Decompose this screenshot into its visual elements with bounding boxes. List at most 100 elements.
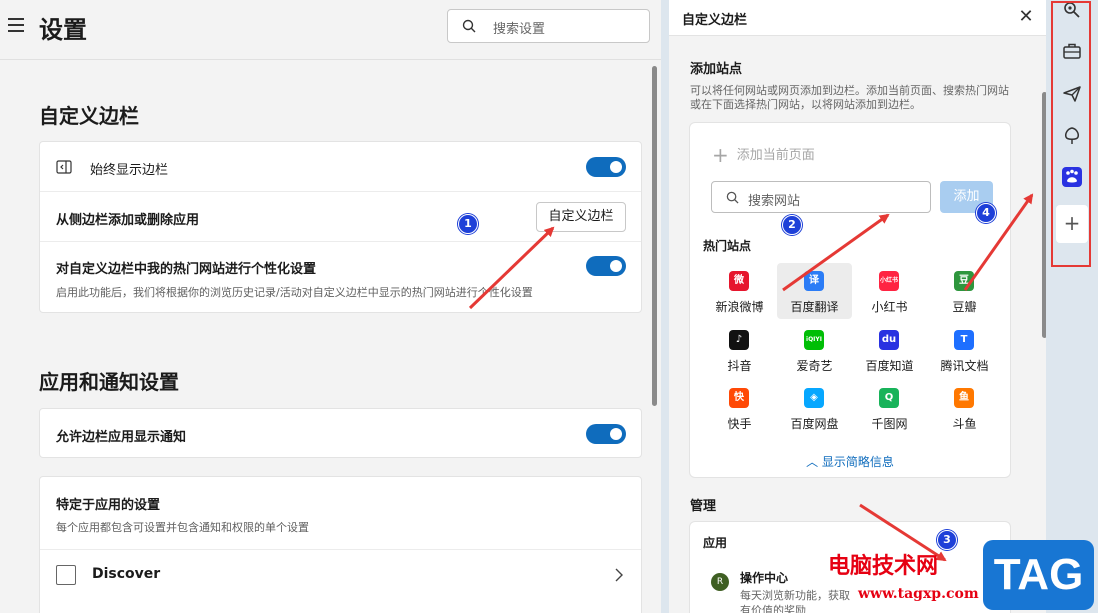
add-remove-label: 从侧边栏添加或删除应用 xyxy=(56,213,200,228)
section-title-app-notify: 应用和通知设置 xyxy=(39,370,179,394)
app-specific-title: 特定于应用的设置 xyxy=(56,498,161,513)
site-name: 百度网盘 xyxy=(790,417,839,431)
discover-checkbox[interactable] xyxy=(56,565,76,585)
site-name: 豆瓣 xyxy=(952,300,977,314)
site-logo-icon: 小红书 xyxy=(879,271,899,291)
app-description: 每天浏览新功能，获取有价值的奖励 xyxy=(740,589,850,613)
add-site-card: + 添加当前页面 搜索网站 添加 热门站点 微新浪微博译百度翻译 小红书 小红书豆豆瓣… xyxy=(689,122,1011,478)
discover-row[interactable]: Discover xyxy=(40,550,641,600)
search-icon xyxy=(462,19,476,33)
site-name: 新浪微博 xyxy=(715,300,764,314)
settings-header: 设置 搜索设置 xyxy=(0,0,661,60)
apps-group-title: 应用 xyxy=(703,536,728,550)
add-site-description: 可以将任何网站或网页添加到边栏。添加当前页面、搜索热门网站或在下面选择热门网站，… xyxy=(690,84,1009,111)
allow-notify-card: 允许边栏应用显示通知 xyxy=(39,408,642,458)
manage-title: 管理 xyxy=(690,499,717,514)
app-avatar: R xyxy=(711,573,729,591)
site-logo-icon: du xyxy=(879,330,899,350)
settings-scrollbar[interactable] xyxy=(652,66,657,406)
watermark-url: www.tagxp.com xyxy=(858,586,979,602)
show-less-link[interactable]: ︿ 显示简略信息 xyxy=(690,453,1010,470)
app-specific-header: 特定于应用的设置 每个应用都包含可设置并包含通知和权限的单个设置 xyxy=(40,477,641,550)
site-logo-icon: 鱼 xyxy=(954,388,974,408)
site-name: 爱奇艺 xyxy=(796,359,833,373)
menu-icon[interactable] xyxy=(8,18,26,32)
customize-sidebar-panel: 自定义边栏 ✕ 添加站点 可以将任何网站或网页添加到边栏。添加当前页面、搜索热门… xyxy=(661,0,1047,613)
site-name: 斗鱼 xyxy=(952,417,977,431)
site-name: 千图网 xyxy=(871,417,908,431)
personalize-description: 启用此功能后，我们将根据你的浏览历史记录/活动对自定义边栏中显示的热门网站进行个… xyxy=(56,286,533,299)
always-show-label: 始终显示边栏 xyxy=(90,163,169,178)
hot-site-item[interactable]: 译百度翻译 xyxy=(777,263,852,319)
tag-logo: TAG xyxy=(983,540,1094,610)
panel-header: 自定义边栏 ✕ xyxy=(669,0,1046,36)
site-logo-icon: 豆 xyxy=(954,271,974,291)
site-name: 百度翻译 xyxy=(790,300,839,314)
site-logo-icon: ♪ xyxy=(729,330,749,350)
plus-icon: + xyxy=(712,143,729,167)
app-name[interactable]: 操作中心 xyxy=(740,569,788,586)
site-logo-icon: T xyxy=(954,330,974,350)
show-less-label: 显示简略信息 xyxy=(821,455,894,469)
hot-site-item[interactable]: Q 千图网 xyxy=(852,380,927,436)
section-title-customize-sidebar: 自定义边栏 xyxy=(39,104,139,128)
hot-site-item[interactable]: ♪ 抖音 xyxy=(702,322,777,378)
hot-site-item[interactable]: 小红书 小红书 xyxy=(852,263,927,319)
step-badge-4: 4 xyxy=(976,203,996,223)
hot-site-item[interactable]: 豆豆瓣 xyxy=(927,263,1002,319)
hot-site-item[interactable]: 快快手 xyxy=(702,380,777,436)
site-logo-icon: Q xyxy=(879,388,899,408)
customize-sidebar-card: 始终显示边栏 从侧边栏添加或删除应用 自定义边栏 对自定义边栏中我的热门网站进行… xyxy=(39,141,642,313)
add-site-title: 添加站点 xyxy=(690,62,743,77)
site-logo-icon: 微 xyxy=(729,271,749,291)
app-specific-description: 每个应用都包含可设置并包含通知和权限的单个设置 xyxy=(56,521,309,534)
panel-body: 添加站点 可以将任何网站或网页添加到边栏。添加当前页面、搜索热门网站或在下面选择… xyxy=(669,36,1047,613)
step-badge-2: 2 xyxy=(782,215,802,235)
site-search-input[interactable]: 搜索网站 xyxy=(711,181,931,213)
site-name: 快手 xyxy=(727,417,752,431)
settings-search-input[interactable]: 搜索设置 xyxy=(447,9,650,43)
hot-site-item[interactable]: du 百度知道 xyxy=(852,322,927,378)
hot-sites-title: 热门站点 xyxy=(703,239,752,253)
always-show-toggle[interactable] xyxy=(586,157,626,177)
site-search-placeholder: 搜索网站 xyxy=(748,194,801,209)
hot-site-item[interactable]: ◈ 百度网盘 xyxy=(777,380,852,436)
site-name: 小红书 xyxy=(871,300,908,314)
chevron-right-icon xyxy=(615,568,623,582)
watermark-text: 电脑技术网 xyxy=(828,554,939,579)
add-current-label: 添加当前页面 xyxy=(736,148,815,163)
page-title: 设置 xyxy=(39,16,87,44)
settings-page: 设置 搜索设置 自定义边栏 始终显示边栏 从侧边栏添加或删除应用 自定义边栏 对… xyxy=(0,0,661,613)
site-name: 腾讯文档 xyxy=(940,359,989,373)
site-logo-icon: ◈ xyxy=(804,388,824,408)
discover-label: Discover xyxy=(92,566,161,582)
personalize-toggle[interactable] xyxy=(586,256,626,276)
add-current-page-button[interactable]: + 添加当前页面 xyxy=(712,143,815,167)
site-logo-icon: 快 xyxy=(729,388,749,408)
hot-site-item[interactable]: 微新浪微博 xyxy=(702,263,777,319)
search-icon xyxy=(726,191,739,204)
chevron-up-icon: ︿ xyxy=(806,455,822,469)
allow-notify-label: 允许边栏应用显示通知 xyxy=(56,430,187,445)
panel-title: 自定义边栏 xyxy=(682,13,748,28)
sidebar-icon xyxy=(56,160,72,174)
highlight-box xyxy=(1051,1,1091,267)
personalize-label: 对自定义边栏中我的热门网站进行个性化设置 xyxy=(56,262,317,277)
customize-sidebar-button[interactable]: 自定义边栏 xyxy=(536,202,626,232)
personalize-row: 对自定义边栏中我的热门网站进行个性化设置 启用此功能后，我们将根据你的浏览历史记… xyxy=(40,242,641,314)
app-specific-card: 特定于应用的设置 每个应用都包含可设置并包含通知和权限的单个设置 Discove… xyxy=(39,476,642,613)
hot-site-item[interactable]: iQIYI 爱奇艺 xyxy=(777,322,852,378)
site-logo-icon: iQIYI xyxy=(804,330,824,350)
close-icon[interactable]: ✕ xyxy=(1015,6,1037,28)
hot-site-item[interactable]: 鱼斗鱼 xyxy=(927,380,1002,436)
always-show-row: 始终显示边栏 xyxy=(40,142,641,192)
site-logo-icon: 译 xyxy=(804,271,824,291)
hot-site-item[interactable]: T 腾讯文档 xyxy=(927,322,1002,378)
step-badge-3: 3 xyxy=(937,530,957,550)
site-name: 百度知道 xyxy=(865,359,914,373)
search-placeholder: 搜索设置 xyxy=(493,22,546,37)
site-name: 抖音 xyxy=(727,359,752,373)
allow-notify-toggle[interactable] xyxy=(586,424,626,444)
step-badge-1: 1 xyxy=(458,214,478,234)
add-remove-row: 从侧边栏添加或删除应用 自定义边栏 xyxy=(40,192,641,242)
